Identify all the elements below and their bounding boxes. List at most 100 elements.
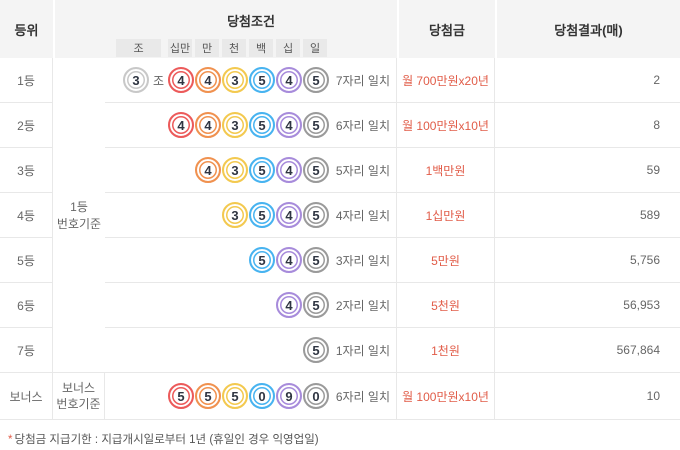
condition-cell: 5 4 5 3자리 일치 bbox=[105, 238, 397, 283]
match-condition-label: 1자리 일치 bbox=[335, 343, 390, 358]
first-prize-basis-line1: 1등 bbox=[70, 200, 88, 215]
ball-row: 5 4 5 bbox=[105, 238, 331, 282]
header-condition-label: 당첨조건 bbox=[227, 13, 275, 29]
result-count-cell: 59 bbox=[495, 148, 680, 193]
condition-cell: 5 1자리 일치 bbox=[105, 328, 397, 373]
table-header: 등위 당첨조건 조 십만 만 천 백 십 일 당첨금 당첨결과(매) bbox=[0, 0, 680, 58]
match-condition-label: 7자리 일치 bbox=[335, 73, 390, 88]
match-condition-label: 5자리 일치 bbox=[335, 163, 390, 178]
payment-deadline-footnote: * 당첨금 지급기한 : 지급개시일로부터 1년 (휴일인 경우 익영업일) bbox=[0, 431, 680, 447]
ball-man: 4 bbox=[195, 67, 221, 93]
ball-row: 4 5 bbox=[105, 283, 331, 327]
unit-label-sipman: 십만 bbox=[168, 39, 192, 57]
jo-suffix-label: 조 bbox=[152, 73, 164, 88]
match-condition-label: 6자리 일치 bbox=[335, 118, 390, 133]
result-count-cell: 5,756 bbox=[495, 238, 680, 283]
unit-label-il: 일 bbox=[303, 39, 327, 57]
ball-il: 5 bbox=[303, 67, 329, 93]
footnote-asterisk: * bbox=[8, 434, 13, 446]
rank-cell: 5등 bbox=[0, 238, 53, 283]
ball-baek: 0 bbox=[249, 383, 275, 409]
header-condition: 당첨조건 조 십만 만 천 백 십 일 bbox=[55, 0, 397, 58]
prize-cell: 월 700만원x20년 bbox=[397, 58, 495, 103]
unit-label-sip: 십 bbox=[276, 39, 300, 57]
ball-baek: 5 bbox=[249, 67, 275, 93]
condition-cell: 3 5 4 5 4자리 일치 bbox=[105, 193, 397, 238]
ball-baek: 5 bbox=[249, 247, 275, 273]
result-count-cell: 567,864 bbox=[495, 328, 680, 373]
bonus-basis-cell: 보너스 번호기준 bbox=[53, 373, 105, 420]
ball-sip: 4 bbox=[276, 157, 302, 183]
result-count-cell: 56,953 bbox=[495, 283, 680, 328]
unit-label-jo: 조 bbox=[116, 39, 161, 57]
first-prize-basis-line2: 번호기준 bbox=[56, 216, 102, 231]
result-count-cell: 8 bbox=[495, 103, 680, 148]
prize-cell: 1십만원 bbox=[397, 193, 495, 238]
ball-sip: 4 bbox=[276, 292, 302, 318]
ball-sipman: 5 bbox=[168, 383, 194, 409]
ball-row: 4 3 5 4 5 bbox=[105, 148, 331, 192]
ball-sip: 4 bbox=[276, 67, 302, 93]
ball-jo: 3 bbox=[122, 67, 149, 93]
rank-cell: 3등 bbox=[0, 148, 53, 193]
lottery-result-panel: 등위 당첨조건 조 십만 만 천 백 십 일 당첨금 당첨결과(매) 1등 3 bbox=[0, 0, 680, 450]
ball-cheon: 3 bbox=[222, 202, 248, 228]
ball-il: 0 bbox=[303, 383, 329, 409]
first-prize-basis-cell: 1등 번호기준 bbox=[53, 58, 105, 373]
ball-man: 4 bbox=[195, 157, 221, 183]
ball-sipman: 4 bbox=[168, 112, 194, 138]
ball-il: 5 bbox=[303, 157, 329, 183]
rank-cell: 7등 bbox=[0, 328, 53, 373]
rank-cell: 보너스 bbox=[0, 373, 53, 420]
rank-cell: 6등 bbox=[0, 283, 53, 328]
ball-row: 3 조 4 4 3 5 4 5 bbox=[105, 58, 331, 102]
ball-row: 5 bbox=[105, 328, 331, 372]
ball-cheon: 3 bbox=[222, 157, 248, 183]
ball-sip: 4 bbox=[276, 112, 302, 138]
header-result: 당첨결과(매) bbox=[497, 0, 680, 58]
ball-il: 5 bbox=[303, 112, 329, 138]
unit-label-baek: 백 bbox=[249, 39, 273, 57]
match-condition-label: 4자리 일치 bbox=[335, 208, 390, 223]
bonus-basis-line1: 보너스 bbox=[61, 380, 96, 395]
prize-cell: 월 100만원x10년 bbox=[397, 373, 495, 420]
condition-cell: 5 5 5 0 9 0 6자리 일치 bbox=[105, 373, 397, 420]
ball-sip: 4 bbox=[276, 202, 302, 228]
ball-row: 3 5 4 5 bbox=[105, 193, 331, 237]
rank-cell: 1등 bbox=[0, 58, 53, 103]
footnote-text: 당첨금 지급기한 : 지급개시일로부터 1년 (휴일인 경우 익영업일) bbox=[14, 434, 319, 446]
result-count-cell: 589 bbox=[495, 193, 680, 238]
prize-cell: 월 100만원x10년 bbox=[397, 103, 495, 148]
ball-cheon: 3 bbox=[222, 67, 248, 93]
prize-cell: 5천원 bbox=[397, 283, 495, 328]
header-prize: 당첨금 bbox=[399, 0, 495, 58]
ball-sip: 4 bbox=[276, 247, 302, 273]
header-rank: 등위 bbox=[0, 0, 53, 58]
result-count-cell: 2 bbox=[495, 58, 680, 103]
ball-man: 5 bbox=[195, 383, 221, 409]
ball-baek: 5 bbox=[249, 157, 275, 183]
ball-baek: 5 bbox=[249, 112, 275, 138]
table-row-bonus: 보너스 보너스 번호기준 5 5 5 0 9 0 6자리 일치 월 100만원x… bbox=[0, 373, 680, 420]
condition-cell: 4 3 5 4 5 5자리 일치 bbox=[105, 148, 397, 193]
ball-cheon: 3 bbox=[222, 112, 248, 138]
ball-sip: 9 bbox=[276, 383, 302, 409]
ball-man: 4 bbox=[195, 112, 221, 138]
table-body: 1등 3 조 4 4 3 5 4 5 7자리 일치 월 700만원x20년 2 bbox=[0, 58, 680, 420]
ball-cheon: 5 bbox=[222, 383, 248, 409]
ball-baek: 5 bbox=[249, 202, 275, 228]
ball-il: 5 bbox=[303, 247, 329, 273]
result-count-cell: 10 bbox=[495, 373, 680, 420]
condition-cell: 3 조 4 4 3 5 4 5 7자리 일치 bbox=[105, 58, 397, 103]
ball-il: 5 bbox=[303, 337, 329, 363]
ball-il: 5 bbox=[303, 202, 329, 228]
condition-cell: 4 4 3 5 4 5 6자리 일치 bbox=[105, 103, 397, 148]
ball-row: 5 5 5 0 9 0 bbox=[105, 373, 331, 419]
match-condition-label: 6자리 일치 bbox=[335, 389, 390, 404]
condition-cell: 4 5 2자리 일치 bbox=[105, 283, 397, 328]
ball-sipman: 4 bbox=[168, 67, 194, 93]
prize-cell: 1백만원 bbox=[397, 148, 495, 193]
unit-label-cheon: 천 bbox=[222, 39, 246, 57]
ball-row: 4 4 3 5 4 5 bbox=[105, 103, 331, 147]
ball-il: 5 bbox=[303, 292, 329, 318]
